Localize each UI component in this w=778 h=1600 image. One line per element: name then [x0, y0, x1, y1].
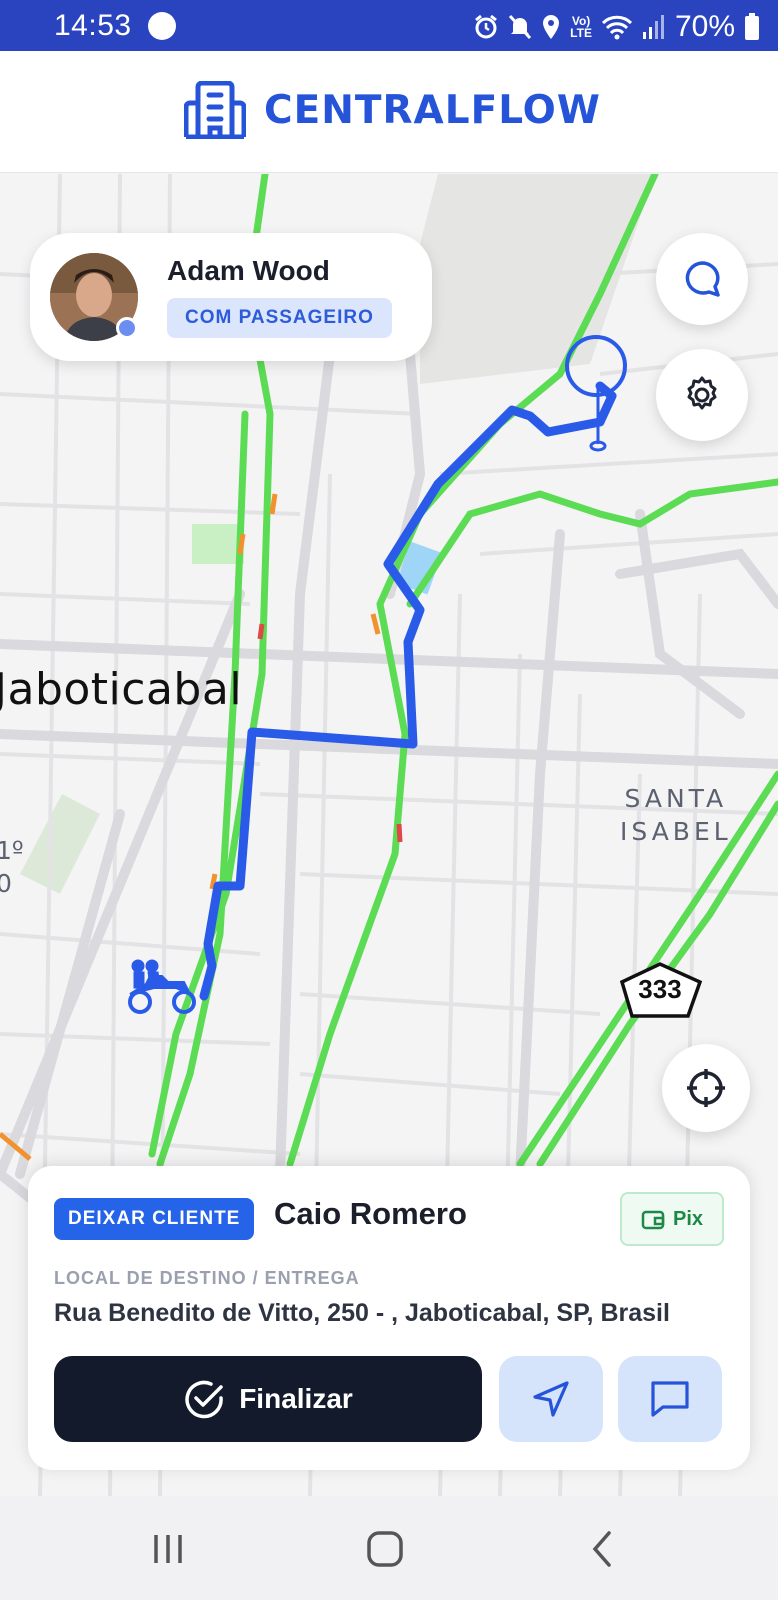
destination-address: Rua Benedito de Vitto, 250 - , Jaboticab… — [54, 1299, 670, 1327]
back-button[interactable] — [572, 1524, 632, 1574]
status-time: 14:53 — [54, 9, 132, 42]
trip-card: DEIXAR CLIENTE Caio Romero Pix LOCAL DE … — [28, 1166, 750, 1470]
road-number: 333 — [638, 974, 682, 1004]
status-icons: Vo) LTE 70% — [473, 10, 760, 44]
edge-line-2: 0 — [0, 869, 12, 898]
building-icon — [184, 81, 246, 139]
battery-percent: 70% — [674, 10, 735, 43]
finish-label: Finalizar — [239, 1383, 353, 1414]
client-name: Caio Romero — [274, 1196, 467, 1231]
message-square-icon — [651, 1381, 689, 1417]
payment-method: Pix — [672, 1207, 704, 1230]
message-button[interactable] — [618, 1356, 722, 1442]
map-edge-label: 1º 0 — [0, 834, 24, 900]
map-district-label: SANTA ISABEL — [620, 782, 732, 848]
district-line-1: SANTA — [624, 784, 728, 813]
home-icon — [367, 1531, 403, 1567]
wallet-icon — [641, 1210, 665, 1230]
app-header: CENTRALFLOW — [0, 51, 778, 173]
payment-chip: Pix — [620, 1192, 724, 1246]
driver-name: Adam Wood — [167, 255, 330, 286]
back-chevron-icon — [592, 1531, 611, 1567]
notification-app-icon — [148, 12, 176, 40]
recent-apps-icon — [154, 1535, 182, 1563]
location-icon — [543, 15, 560, 39]
map-city-label: Jaboticabal — [0, 664, 243, 715]
navigation-arrow-icon — [533, 1381, 569, 1417]
crosshair-icon — [687, 1069, 725, 1107]
home-button[interactable] — [355, 1524, 415, 1574]
district-line-2: ISABEL — [620, 817, 732, 846]
edge-line-1: 1º — [0, 836, 24, 865]
trip-type-badge: DEIXAR CLIENTE — [54, 1198, 255, 1240]
navigate-button[interactable] — [499, 1356, 603, 1442]
driver-card[interactable]: Adam Wood COM PASSAGEIRO — [30, 233, 432, 361]
brand: CENTRALFLOW — [184, 81, 601, 139]
brand-name: CENTRALFLOW — [264, 87, 601, 133]
wifi-icon — [601, 15, 633, 40]
battery-icon — [745, 13, 759, 40]
mute-icon — [509, 14, 532, 40]
chat-bubble-icon — [685, 261, 720, 297]
online-indicator — [116, 317, 138, 339]
alarm-icon — [475, 14, 498, 39]
status-bar: 14:53 Vo) LTE 70% — [0, 0, 778, 51]
signal-icon — [642, 15, 664, 39]
network-type: Vo) LTE — [570, 14, 592, 40]
recent-apps-button[interactable] — [138, 1524, 198, 1574]
check-circle-icon — [185, 1380, 223, 1419]
gear-icon — [687, 376, 717, 410]
settings-fab[interactable] — [656, 349, 748, 441]
finish-button[interactable]: Finalizar — [54, 1356, 482, 1442]
destination-label: LOCAL DE DESTINO / ENTREGA — [54, 1268, 360, 1288]
app-screen: 14:53 Vo) LTE 70% CENTRALFLOW Jaboticaba… — [0, 0, 778, 1600]
driver-status-badge: COM PASSAGEIRO — [167, 298, 392, 338]
chat-fab[interactable] — [656, 233, 748, 325]
recenter-fab[interactable] — [662, 1044, 750, 1132]
system-nav-bar — [0, 1496, 778, 1600]
